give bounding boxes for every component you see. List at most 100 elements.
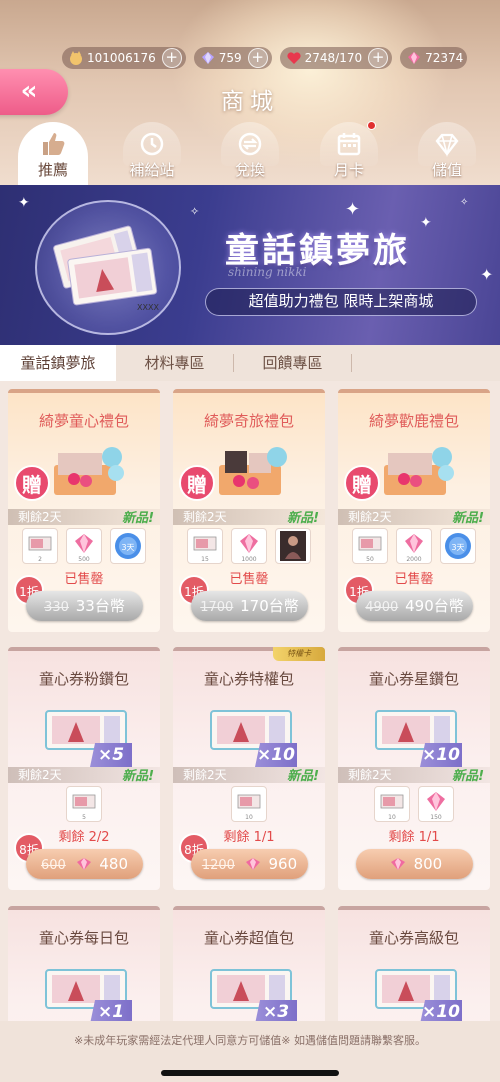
pack-title: 童心券每日包 — [38, 929, 129, 947]
add-id-button[interactable]: + — [161, 48, 182, 68]
gift-badge: 贈 — [344, 465, 380, 501]
original-price: 1700 — [200, 600, 234, 615]
diamond-chip: 759 + — [193, 47, 272, 69]
quantity-multiplier: ×5 — [90, 743, 132, 767]
price-button[interactable]: 600 480 — [26, 849, 143, 879]
item-slot[interactable]: 1000 — [231, 528, 267, 564]
player-id: 101006176 — [87, 51, 156, 65]
pack-card[interactable]: 綺夢童心禮包 贈 剩餘2天 新品! 2 500 3天 已售罄 1折 330 33… — [8, 389, 160, 632]
subtab-rewards[interactable]: 回饋專區 — [234, 345, 351, 381]
pack-card[interactable]: 童心券粉鑽包 ×5 剩餘2天 新品! 5 剩餘 2/2 8折 600 480 — [8, 647, 160, 890]
item-slot[interactable]: 2 — [22, 528, 58, 564]
price-button[interactable]: 1700 170台幣 — [191, 591, 308, 621]
pack-grid: 綺夢童心禮包 贈 剩餘2天 新品! 2 500 3天 已售罄 1折 330 33… — [0, 381, 500, 1021]
item-slot[interactable]: 10 — [374, 786, 410, 822]
pink-diamond-icon — [405, 534, 423, 553]
item-slot[interactable]: 50 — [352, 528, 388, 564]
quantity-multiplier: ×10 — [255, 743, 297, 767]
price-button[interactable]: 1200 960 — [191, 849, 308, 879]
item-slot[interactable]: 3天 — [110, 528, 146, 564]
pack-title: 童心券超值包 — [203, 929, 294, 947]
sale-price: 33台幣 — [75, 597, 125, 615]
subtab-materials[interactable]: 材料專區 — [116, 345, 233, 381]
item-row: 5 — [8, 786, 160, 822]
price-button[interactable]: 800 — [356, 849, 473, 879]
new-tag: 新品! — [122, 769, 154, 784]
pack-card[interactable]: 特權卡 童心券特權包 ×10 剩餘2天 新品! 10 剩餘 1/1 8折 120… — [173, 647, 325, 890]
clock-icon — [140, 132, 164, 156]
item-slot[interactable]: 3天 — [440, 528, 476, 564]
page-title: 商城 — [221, 89, 279, 115]
item-slot[interactable]: 500 — [66, 528, 102, 564]
pink-diamond-icon — [240, 534, 258, 553]
quantity-multiplier: ×3 — [255, 1000, 297, 1021]
pack-title: 綺夢奇旅禮包 — [203, 412, 294, 430]
gift-box-image — [219, 447, 287, 495]
tab-label: 兌換 — [234, 161, 265, 179]
tab-label: 月卡 — [333, 161, 364, 179]
pack-card[interactable]: 綺夢奇旅禮包 贈 剩餘2天 新品! 15 1000 已售罄 1折 1700 17… — [173, 389, 325, 632]
item-slot[interactable]: 2000 — [396, 528, 432, 564]
price-button[interactable]: 330 33台幣 — [26, 591, 143, 621]
main-tabs: 推薦 補給站 兌換 月卡 儲值 — [0, 121, 500, 185]
tab-supply-station[interactable]: 補給站 — [119, 122, 185, 185]
pack-title: 童心券粉鑽包 — [38, 670, 129, 688]
diamond-icon — [201, 52, 214, 64]
diamond-count: 759 — [218, 51, 242, 65]
tab-recommend[interactable]: 推薦 — [18, 122, 88, 185]
subtab-fairytale-trip[interactable]: 童話鎮夢旅 — [0, 345, 116, 381]
tab-monthly-card[interactable]: 月卡 — [316, 121, 382, 185]
svg-text:3天: 3天 — [121, 543, 134, 552]
sale-price: 170台幣 — [240, 597, 299, 615]
pack-card[interactable]: 童心券每日包 ×1 — [8, 906, 160, 1021]
minor-purchase-notice: ※未成年玩家需經法定代理人同意方可儲值※ 如遇儲值問題請聯繫客服。 — [74, 1034, 426, 1047]
cat-avatar-icon — [70, 51, 82, 65]
privilege-ribbon: 特權卡 — [273, 647, 325, 661]
item-slot[interactable]: 150 — [418, 786, 454, 822]
new-tag: 新品! — [122, 511, 154, 526]
player-id-chip: 101006176 + — [62, 47, 186, 69]
blue-badge-icon: 3天 — [115, 533, 141, 559]
tab-exchange[interactable]: 兌換 — [217, 122, 283, 185]
sale-price: 960 — [268, 855, 298, 873]
pack-title: 綺夢童心禮包 — [38, 412, 129, 430]
item-slot[interactable] — [275, 528, 311, 564]
pack-card[interactable]: 童心券高級包 ×10 — [338, 906, 490, 1021]
sparkle-icon: ✦ — [480, 265, 494, 284]
item-row: 15 1000 — [173, 528, 325, 564]
store-header: 101006176 + 759 + 2748/170 + 72374 « 商城 … — [0, 0, 500, 185]
sale-price: 800 — [413, 855, 443, 873]
sparkle-icon: ✦ — [345, 199, 361, 220]
notification-dot — [367, 121, 376, 130]
pink-diamond-icon — [408, 52, 421, 64]
stamina-chip: 2748/170 + — [279, 47, 393, 69]
promo-banner[interactable]: ✦ ✦ ✦ ✧ ✧ ✦ XXXX 童話鎮夢旅 shining nikki 超值助… — [0, 185, 500, 345]
item-slot[interactable]: 10 — [231, 786, 267, 822]
ticket-showcase: XXXX — [35, 200, 181, 335]
pack-card[interactable]: 綺夢歡鹿禮包 贈 剩餘2天 新品! 50 2000 3天 已售罄 1折 4900… — [338, 389, 490, 632]
gift-badge: 贈 — [14, 465, 50, 501]
purchase-limit: 剩餘 1/1 — [388, 830, 440, 845]
original-price: 1200 — [201, 858, 235, 873]
pack-title: 童心券高級包 — [368, 929, 459, 947]
new-tag: 新品! — [287, 769, 319, 784]
pack-title: 童心券特權包 — [203, 670, 294, 688]
pack-title: 綺夢歡鹿禮包 — [368, 412, 459, 430]
gift-box-image — [384, 447, 454, 495]
ticket-icon — [358, 536, 382, 551]
pink-diamond-icon — [76, 858, 91, 870]
home-indicator[interactable] — [161, 1070, 339, 1076]
pack-card[interactable]: 童心券超值包 ×3 — [173, 906, 325, 1021]
ticket-icon — [237, 794, 261, 809]
item-slot[interactable]: 5 — [66, 786, 102, 822]
add-diamond-button[interactable]: + — [247, 48, 268, 68]
original-price: 4900 — [365, 600, 399, 615]
tab-top-up[interactable]: 儲值 — [414, 122, 480, 185]
item-row: 2 500 3天 — [8, 528, 160, 564]
price-button[interactable]: 4900 490台幣 — [356, 591, 473, 621]
quantity-multiplier: ×10 — [420, 743, 462, 767]
pack-card[interactable]: 童心券星鑽包 ×10 剩餘2天 新品! 10 150 剩餘 1/1 800 — [338, 647, 490, 890]
add-stamina-button[interactable]: + — [368, 48, 389, 68]
gift-box-image — [54, 447, 124, 495]
item-slot[interactable]: 15 — [187, 528, 223, 564]
